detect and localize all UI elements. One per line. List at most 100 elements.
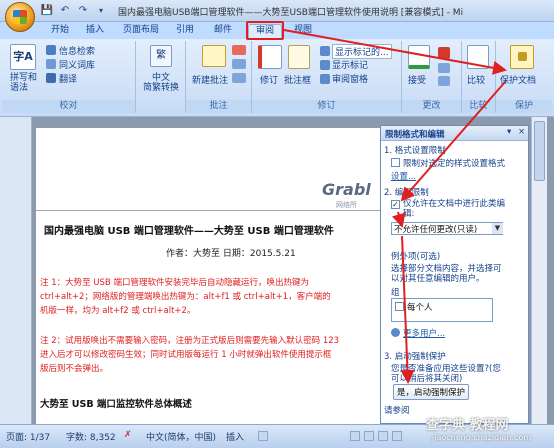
- everyone-checkbox[interactable]: [395, 302, 404, 311]
- vertical-scrollbar[interactable]: [531, 117, 547, 424]
- s1-settings-link[interactable]: 设置...: [391, 170, 416, 182]
- group-tracking-label: 修订: [252, 100, 401, 113]
- status-words[interactable]: 字数: 8,352: [66, 430, 116, 443]
- office-button[interactable]: [5, 2, 35, 32]
- pane-menu-icon[interactable]: ▾: [507, 127, 511, 137]
- print-layout-icon[interactable]: [350, 431, 360, 441]
- document-page[interactable]: Grabl 网络所 国内最强电脑 USB 端口管理软件——大势至 USB 端口管…: [36, 128, 384, 424]
- accept-icon: [408, 45, 430, 69]
- window-title: 国内最强电脑USB端口管理软件——大势至USB端口管理软件使用说明 [兼容模式]…: [118, 8, 464, 18]
- header-rule: [36, 210, 384, 211]
- thesaurus-button[interactable]: 同义词库: [59, 58, 95, 71]
- users-icon: [391, 328, 400, 337]
- web-layout-icon[interactable]: [378, 431, 388, 441]
- display-for-review-select[interactable]: 显示标记的...: [332, 44, 392, 59]
- chevron-down-icon[interactable]: ▼: [492, 223, 503, 234]
- tab-insert[interactable]: 插入: [80, 24, 110, 39]
- note2-line2: 进入后才可以修改密码生效；同时试用版每运行 1 小时就弹出软件使用提示框: [40, 350, 332, 360]
- exceptions-title: 例外项(可选): [391, 252, 441, 262]
- spelling-icon: 字A: [10, 44, 36, 70]
- chinese-conversion-icon: 繁: [150, 45, 172, 67]
- s3-description: 您是否准备应用这些设置?(您 可以稍后将其关闭): [391, 364, 501, 384]
- title-bar: 💾 ↶ ↷ ▾ 国内最强电脑USB端口管理软件——大势至USB端口管理软件使用说…: [0, 0, 554, 22]
- redo-icon[interactable]: ↷: [76, 4, 90, 18]
- save-icon[interactable]: 💾: [40, 4, 54, 18]
- tab-view[interactable]: 视图: [288, 24, 318, 39]
- s1-title: 1. 格式设置限制: [384, 146, 446, 156]
- status-insert-mode[interactable]: 插入: [226, 430, 244, 443]
- watermark-title: 查字典 教程网: [426, 418, 509, 433]
- review-tab-highlight: [246, 21, 284, 40]
- chinese-conversion-button[interactable]: 中文 简繁转换: [140, 73, 182, 93]
- exceptions-description: 选择部分文档内容，并选择可 以对其任意编辑的用户。: [391, 264, 502, 284]
- spelling-button[interactable]: 拼写和 语法: [10, 73, 37, 93]
- reviewing-pane-button[interactable]: 审阅窗格: [332, 72, 368, 85]
- previous-change-icon[interactable]: [438, 63, 450, 73]
- tab-mailings[interactable]: 邮件: [208, 24, 238, 39]
- more-users-link[interactable]: 更多用户...: [403, 327, 445, 339]
- everyone-label: 每个人: [407, 303, 433, 313]
- tab-home[interactable]: 开始: [44, 24, 76, 39]
- tab-references[interactable]: 引用: [170, 24, 200, 39]
- show-markup-button[interactable]: 显示标记: [332, 58, 368, 71]
- start-enforcing-protection-button[interactable]: 是，启动强制保护: [393, 384, 470, 400]
- compare-button[interactable]: 比较: [467, 73, 485, 86]
- office-logo-icon: [13, 10, 27, 24]
- research-button[interactable]: 信息检索: [59, 44, 95, 57]
- s2-edit-type-select[interactable]: 不允许任何更改(只读): [391, 222, 503, 235]
- undo-icon[interactable]: ↶: [58, 4, 72, 18]
- document-title: 国内最强电脑 USB 端口管理软件——大势至 USB 端口管理软件: [44, 226, 334, 237]
- macro-icon[interactable]: [258, 431, 268, 441]
- next-comment-icon[interactable]: [232, 73, 246, 83]
- s2-checkbox[interactable]: ✓: [391, 200, 400, 209]
- note1-line1: 注 1：大势至 USB 端口管理软件安装完毕后自动隐藏运行，唤出热键为: [40, 278, 309, 288]
- research-icon: [46, 45, 56, 55]
- previous-comment-icon[interactable]: [232, 59, 246, 69]
- group-changes-label: 更改: [402, 100, 461, 113]
- group-chinese: 繁 中文 简繁转换: [136, 41, 186, 113]
- scrollbar-thumb[interactable]: [534, 121, 545, 181]
- balloons-icon: [288, 45, 310, 69]
- group-comments-label: 批注: [186, 100, 251, 113]
- pane-title: 限制格式和编辑: [385, 130, 445, 140]
- protect-document-button[interactable]: 保护文档: [500, 73, 536, 86]
- restrict-editing-pane: 限制格式和编辑 ▾ × 1. 格式设置限制 限制对选定的样式设置格式 设置...…: [380, 125, 529, 424]
- ribbon: 字A 拼写和 语法 信息检索 同义词库 翻译 校对 繁 中文 简繁转换 新建批注 批…: [0, 39, 554, 117]
- s3-title: 3. 启动强制保护: [384, 352, 446, 362]
- note1-line2: ctrl+alt+2；网络版的管理端唤出热键为：alt+f1 或 ctrl+al…: [40, 292, 331, 302]
- pane-close-icon[interactable]: ×: [518, 127, 525, 137]
- track-changes-button[interactable]: 修订: [260, 73, 278, 86]
- lock-icon: [518, 52, 527, 61]
- group-changes: 接受 更改: [402, 41, 462, 113]
- next-change-icon[interactable]: [438, 76, 450, 86]
- see-also-label: 请参阅: [384, 406, 410, 416]
- note2-line3: 版后则不会弹出。: [40, 364, 109, 374]
- reject-icon[interactable]: [438, 47, 450, 59]
- group-protect-label: 保护: [496, 100, 552, 113]
- group-protect: 保护文档 保护: [496, 41, 552, 113]
- status-page[interactable]: 页面: 1/37: [6, 430, 50, 443]
- track-changes-icon: [258, 45, 282, 69]
- customize-qat-icon[interactable]: ▾: [94, 4, 108, 18]
- full-screen-icon[interactable]: [364, 431, 374, 441]
- protect-document-icon: [510, 45, 534, 69]
- outline-icon[interactable]: [392, 431, 402, 441]
- new-comment-button[interactable]: 新建批注: [192, 73, 228, 86]
- group-comments: 新建批注 批注: [186, 41, 252, 113]
- watermark-url: jiaocheng.chazidian.com: [432, 433, 532, 442]
- translate-button[interactable]: 翻译: [59, 72, 77, 85]
- tab-page-layout[interactable]: 页面布局: [118, 24, 164, 39]
- group-proofing: 字A 拼写和 语法 信息检索 同义词库 翻译 校对: [2, 41, 136, 113]
- new-comment-icon: [202, 45, 226, 67]
- s1-checkbox[interactable]: [391, 158, 400, 167]
- users-list[interactable]: 每个人: [391, 298, 493, 322]
- translate-icon: [46, 73, 56, 83]
- group-compare-label: 比较: [462, 100, 495, 113]
- accept-button[interactable]: 接受: [408, 73, 426, 86]
- status-language[interactable]: 中文(简体，中国): [146, 430, 216, 443]
- balloons-button[interactable]: 批注框: [284, 73, 311, 86]
- show-markup-icon: [320, 60, 330, 70]
- s1-checkbox-label: 限制对选定的样式设置格式: [403, 159, 506, 169]
- delete-comment-icon[interactable]: [232, 45, 246, 55]
- proofing-status-icon[interactable]: ✗: [124, 430, 132, 440]
